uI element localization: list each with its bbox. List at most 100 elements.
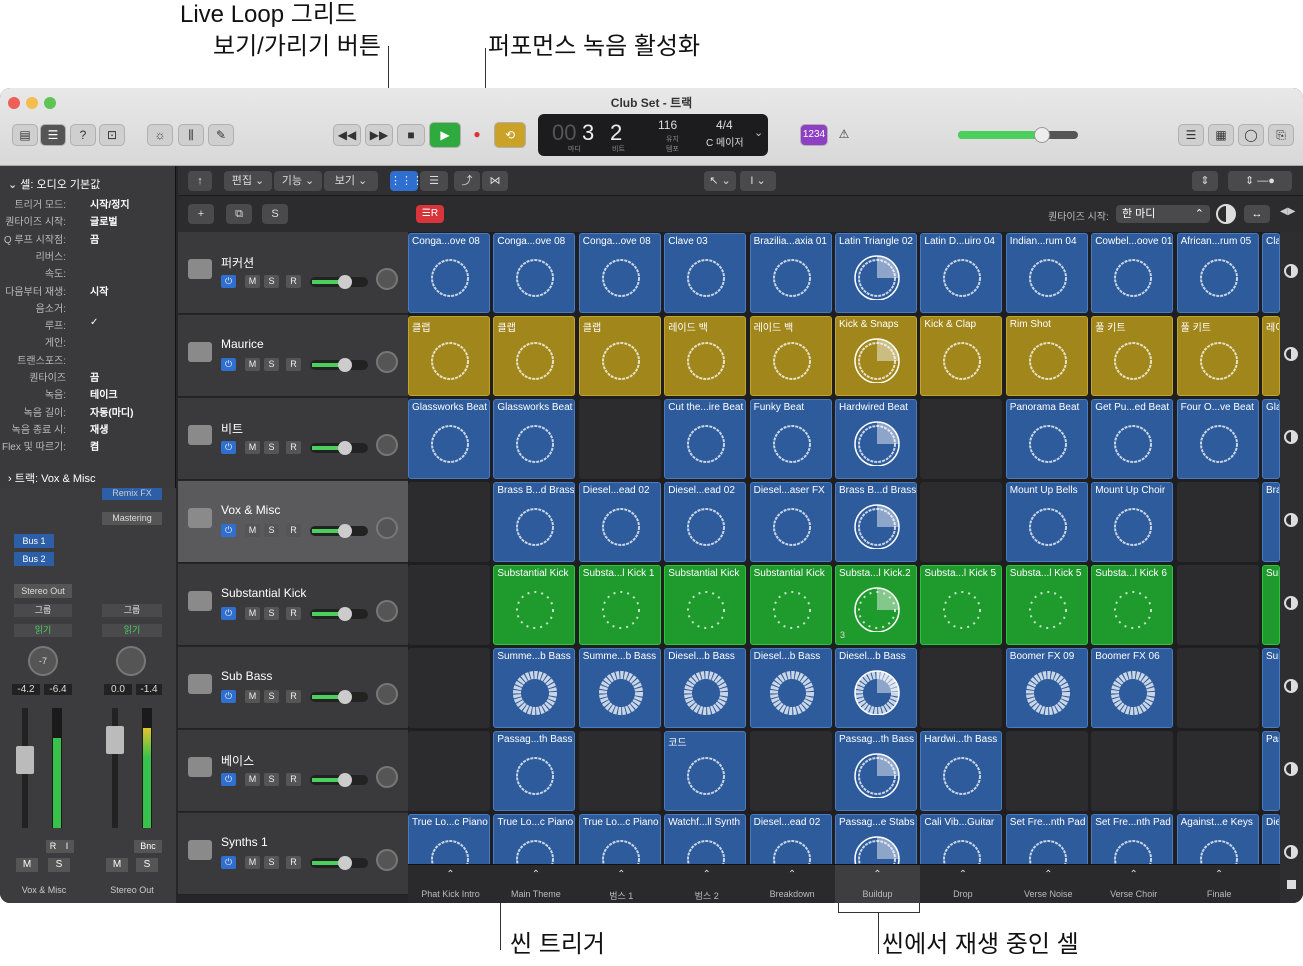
list-editors-icon[interactable]: ☰ [1178,124,1204,146]
stop-all-icon[interactable] [1287,880,1296,889]
function-menu[interactable]: 기능 ⌄ [274,171,322,191]
loop-cell[interactable]: Hardwi...th Bass [920,731,1003,811]
scene-trigger[interactable]: ⌃ Phat Kick Intro [408,865,493,903]
scene-trigger[interactable]: ⌃ Buildup [835,865,920,903]
volume-knob[interactable] [1034,127,1050,143]
loop-cell[interactable]: Kick & Clap [920,316,1003,396]
power-icon[interactable]: ⏻ [221,690,236,703]
loop-cell[interactable]: Substantial Kick [493,565,576,645]
empty-cell-slot[interactable] [408,731,490,811]
scene-trigger[interactable]: ⌃ Breakdown [750,865,835,903]
power-icon[interactable]: ⏻ [221,358,236,371]
mute-button[interactable]: M [245,856,260,869]
track-stop-icon[interactable] [1284,762,1298,776]
inspector-icon[interactable]: ☰ [40,124,66,146]
bus1-send[interactable]: Bus 1 [14,534,54,548]
mute-button[interactable]: M [245,275,260,288]
loop-cell[interactable]: Cowbel...oove 01 [1091,233,1174,313]
solo-button[interactable]: S [264,441,279,454]
loop-cell[interactable]: Substa...l Kick 1 [578,565,661,645]
track-name[interactable]: Substantial Kick [221,586,306,600]
play-icon-small[interactable]: ◀▶ [1280,206,1295,217]
input-monitor-button[interactable]: I [60,840,74,853]
loop-cell[interactable]: Indian...rum 04 [1005,233,1088,313]
browser-icon[interactable]: ⎘ [1268,124,1294,146]
inspector-row[interactable]: Q 루프 시작점: 끔 [0,231,176,248]
scene-trigger[interactable]: ⌃ 범스 1 [579,865,664,903]
loop-cell[interactable]: Get Pu...ed Beat [1091,399,1174,479]
solo-button[interactable]: S [264,690,279,703]
track-name[interactable]: Synths 1 [221,835,268,849]
track-name[interactable]: Vox & Misc [221,503,280,517]
inspector-row[interactable]: 음소거: [0,300,176,317]
loop-cell[interactable]: Four O...ve Beat [1176,399,1259,479]
record-icon[interactable]: ● [465,124,489,146]
track-volume-slider[interactable] [310,773,368,787]
remix-fx-slot[interactable]: Remix FX [102,488,162,500]
loop-cell[interactable]: Boomer FX 06 [1091,648,1174,728]
scene-trigger[interactable]: ⌃ Verse Choir [1091,865,1176,903]
loop-cell[interactable]: Latin Triangle 02 [835,233,917,313]
inspector-row[interactable]: 녹음 종료 시: 재생 [0,421,176,438]
metronome-icon[interactable]: ⚠ [832,124,856,146]
loop-cell[interactable]: Pas [1262,731,1280,811]
edit-menu[interactable]: 편집 ⌄ [224,171,272,191]
record-enable-button[interactable]: R [286,441,301,454]
inspector-row[interactable]: 녹음 길이: 자동(마디) [0,404,176,421]
cycle-icon[interactable]: ⟲ [494,122,526,148]
track-name[interactable]: Maurice [221,337,264,351]
loop-cell[interactable]: Brass B...d Brass [835,482,917,562]
empty-cell-slot[interactable] [408,565,490,645]
loop-cell[interactable]: Funky Beat [749,399,832,479]
track-volume-slider[interactable] [310,358,368,372]
track-name[interactable]: Sub Bass [221,669,272,683]
automation-read-1[interactable]: 읽기 [14,624,72,637]
empty-cell-slot[interactable] [1176,648,1259,728]
record-enable-button[interactable]: R [286,856,301,869]
duplicate-track-icon[interactable]: ⧉ [226,204,252,224]
empty-cell-slot[interactable] [1005,731,1088,811]
library-icon[interactable]: ▤ [12,124,38,146]
empty-cell-slot[interactable] [920,648,1003,728]
automation-icon[interactable]: ⤴ [454,171,480,191]
loop-cell[interactable]: Summe...b Bass [578,648,661,728]
expand-icon[interactable]: ↔ [1244,205,1270,223]
empty-cell-slot[interactable] [408,648,490,728]
inspector-track-section[interactable]: › 트랙: Vox & Misc [8,470,96,486]
track-volume-slider[interactable] [310,607,368,621]
inspector-row[interactable]: 루프: ✓ [0,317,176,334]
track-stop-icon[interactable] [1284,513,1298,527]
loop-cell[interactable]: Summe...b Bass [493,648,576,728]
loop-cell[interactable]: Latin D...uiro 04 [920,233,1003,313]
loop-cell[interactable]: Cla [1262,233,1280,313]
power-icon[interactable]: ⏻ [221,524,236,537]
back-icon[interactable]: ↑ [188,171,212,191]
quantize-clock-icon[interactable] [1216,204,1236,224]
track-pan-knob[interactable] [376,517,398,539]
solo-button[interactable]: S [264,773,279,786]
track-pan-knob[interactable] [376,351,398,373]
power-icon[interactable]: ⏻ [221,441,236,454]
stop-icon[interactable]: ■ [397,124,425,146]
performance-record-icon[interactable]: ☰R [416,205,444,223]
tracks-area-icon[interactable]: ☰ [420,171,448,191]
loop-cell[interactable]: 코드 [664,731,747,811]
group-slot-2[interactable]: 그룹 [102,604,162,617]
loop-cell[interactable]: Substantial Kick [664,565,747,645]
loop-cell[interactable]: Panorama Beat [1005,399,1088,479]
forward-icon[interactable]: ▶▶ [365,124,393,146]
record-enable-button[interactable]: R [46,840,60,853]
pan-knob-2[interactable] [116,646,146,676]
note-pad-icon[interactable]: ▦ [1208,124,1234,146]
mute-button[interactable]: M [245,358,260,371]
record-enable-button[interactable]: R [286,524,301,537]
mute-button[interactable]: M [245,773,260,786]
pan-knob-1[interactable]: -7 [28,646,58,676]
inspector-row[interactable]: 트랜스포즈: [0,352,176,369]
loop-cell[interactable]: Sul [1262,565,1280,645]
loop-cell[interactable]: Brass B...d Brass [493,482,576,562]
loop-cell[interactable]: Diesel...b Bass [749,648,832,728]
bus2-send[interactable]: Bus 2 [14,552,54,566]
track-pan-knob[interactable] [376,849,398,871]
loop-browser-icon[interactable]: ◯ [1238,124,1264,146]
